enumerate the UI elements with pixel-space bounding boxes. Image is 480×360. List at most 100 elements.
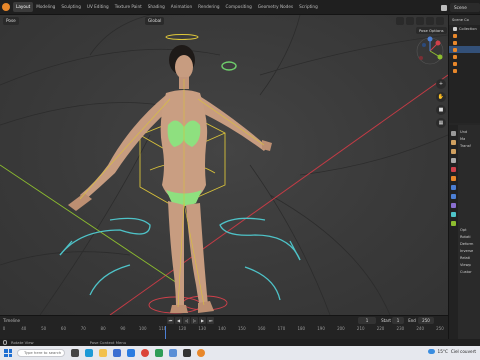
taskbar-search[interactable]: Type here to search: [17, 349, 65, 357]
property-row[interactable]: [460, 150, 480, 157]
world-tab-icon[interactable]: [451, 167, 456, 172]
object-tab-icon[interactable]: [451, 176, 456, 181]
render-tab-icon[interactable]: [451, 140, 456, 145]
outliner-row[interactable]: [449, 46, 480, 53]
timeline-ruler[interactable]: 0 40 50 60 70 80 90 100 110 120 130 140 150 160 170 180…: [0, 326, 448, 334]
workspace-tab-uv-editing[interactable]: UV Editing: [84, 2, 112, 12]
weather-temp[interactable]: 15°C: [438, 349, 448, 354]
foot-control-circles[interactable]: [148, 295, 228, 314]
edge-icon[interactable]: [85, 349, 93, 357]
mode-selector[interactable]: Pose: [3, 16, 19, 25]
property-row[interactable]: Transf: [460, 143, 480, 150]
xray-icon[interactable]: [406, 17, 414, 25]
start-frame-field[interactable]: 1: [392, 317, 404, 324]
next-keyframe-icon[interactable]: ▶: [199, 317, 206, 324]
bone-tab-icon[interactable]: [451, 221, 456, 226]
modifier-tab-icon[interactable]: [451, 185, 456, 190]
workspace-tab-shading[interactable]: Shading: [145, 2, 168, 12]
3d-viewport[interactable]: Pose Global Pose Options + ✋ ■ ▦: [0, 15, 448, 315]
property-row[interactable]: [460, 192, 480, 199]
navigation-gizmo[interactable]: [416, 36, 444, 65]
property-row[interactable]: Relati: [460, 255, 480, 262]
workspace-tab-sculpting[interactable]: Sculpting: [58, 2, 84, 12]
orientation-dropdown[interactable]: Global: [145, 17, 165, 25]
property-row[interactable]: Viewp: [460, 262, 480, 269]
property-row[interactable]: Custor: [460, 269, 480, 276]
workspace-tab-scripting[interactable]: Scripting: [296, 2, 321, 12]
store-icon[interactable]: [113, 349, 121, 357]
prev-keyframe-icon[interactable]: ◀: [175, 317, 182, 324]
end-frame-field[interactable]: 250: [418, 317, 434, 324]
property-row[interactable]: [460, 199, 480, 206]
property-row[interactable]: [460, 206, 480, 213]
physics-tab-icon[interactable]: [451, 194, 456, 199]
workspace-tab-modeling[interactable]: Modeling: [33, 2, 58, 12]
constraint-tab-icon[interactable]: [451, 203, 456, 208]
workspace-tab-geometry-nodes[interactable]: Geometry Nodes: [255, 2, 296, 12]
app-green-icon[interactable]: [155, 349, 163, 357]
chrome-icon[interactable]: [141, 349, 149, 357]
photos-icon[interactable]: [169, 349, 177, 357]
windows-start-icon[interactable]: [4, 349, 12, 357]
overlay-icon[interactable]: [396, 17, 404, 25]
outliner-row[interactable]: Collection: [449, 25, 480, 32]
property-row[interactable]: [460, 178, 480, 185]
property-row[interactable]: [460, 164, 480, 171]
blender-logo-icon[interactable]: [2, 3, 10, 11]
property-row[interactable]: Rotati: [460, 234, 480, 241]
outliner-row[interactable]: [449, 60, 480, 67]
workspace-tab-animation[interactable]: Animation: [168, 2, 195, 12]
solid-shading-icon[interactable]: [426, 17, 434, 25]
task-view-icon[interactable]: [71, 349, 79, 357]
property-row[interactable]: [460, 220, 480, 227]
output-tab-icon[interactable]: [451, 149, 456, 154]
outliner-row[interactable]: [449, 39, 480, 46]
terminal-icon[interactable]: [183, 349, 191, 357]
camera-icon[interactable]: ■: [436, 105, 446, 115]
blender-taskbar-icon[interactable]: [197, 349, 205, 357]
weather-cloud-icon[interactable]: [427, 349, 435, 354]
outliner-object-icon: [453, 61, 457, 66]
material-shading-icon[interactable]: [436, 17, 444, 25]
ruler-tick-label: 100: [138, 326, 147, 331]
property-row[interactable]: Und: [460, 129, 480, 136]
property-row[interactable]: Deform: [460, 241, 480, 248]
workspace-tab-layout[interactable]: Layout: [13, 2, 34, 12]
tool-tab-icon[interactable]: [451, 131, 456, 136]
grid-view-icon[interactable]: ▦: [436, 118, 446, 128]
wireframe-shading-icon[interactable]: [416, 17, 424, 25]
property-row[interactable]: [460, 185, 480, 192]
halo-bone-shape[interactable]: [165, 34, 199, 40]
outliner-row[interactable]: [449, 67, 480, 74]
pose-options-button[interactable]: Pose Options: [416, 27, 447, 34]
mail-icon[interactable]: [127, 349, 135, 357]
property-row[interactable]: Inverse: [460, 248, 480, 255]
workspace-tab-compositing[interactable]: Compositing: [223, 2, 255, 12]
property-row[interactable]: [460, 157, 480, 164]
scene-tab-icon[interactable]: [451, 158, 456, 163]
play-icon[interactable]: ▷: [191, 317, 198, 324]
workspace-tab-rendering[interactable]: Rendering: [195, 2, 222, 12]
outliner-row[interactable]: [449, 32, 480, 39]
workspace-tab-texture-paint[interactable]: Texture Paint: [112, 2, 145, 12]
properties-panel[interactable]: Und Ma Transf Opt Rotati Deform Inverse Relati V…: [449, 125, 480, 345]
head-control-shape[interactable]: [221, 61, 237, 71]
outliner[interactable]: Scene Co Collection: [449, 15, 480, 123]
data-tab-icon[interactable]: [451, 212, 456, 217]
property-row[interactable]: [460, 213, 480, 220]
zoom-icon[interactable]: +: [436, 79, 446, 89]
jump-end-icon[interactable]: ⏭: [207, 317, 214, 324]
play-reverse-icon[interactable]: ◁: [183, 317, 190, 324]
weather-desc[interactable]: Ciel couvert: [451, 349, 476, 354]
scene-field[interactable]: Scene: [450, 3, 480, 12]
file-explorer-icon[interactable]: [99, 349, 107, 357]
property-row[interactable]: [460, 171, 480, 178]
pan-hand-icon[interactable]: ✋: [436, 92, 446, 102]
timeline-label[interactable]: Timeline: [3, 318, 20, 323]
jump-start-icon[interactable]: ⏮: [167, 317, 174, 324]
current-frame-field[interactable]: 1: [358, 317, 376, 324]
property-row[interactable]: Ma: [460, 136, 480, 143]
viewport-scene[interactable]: [0, 15, 448, 315]
property-row[interactable]: Opt: [460, 227, 480, 234]
outliner-row[interactable]: [449, 53, 480, 60]
